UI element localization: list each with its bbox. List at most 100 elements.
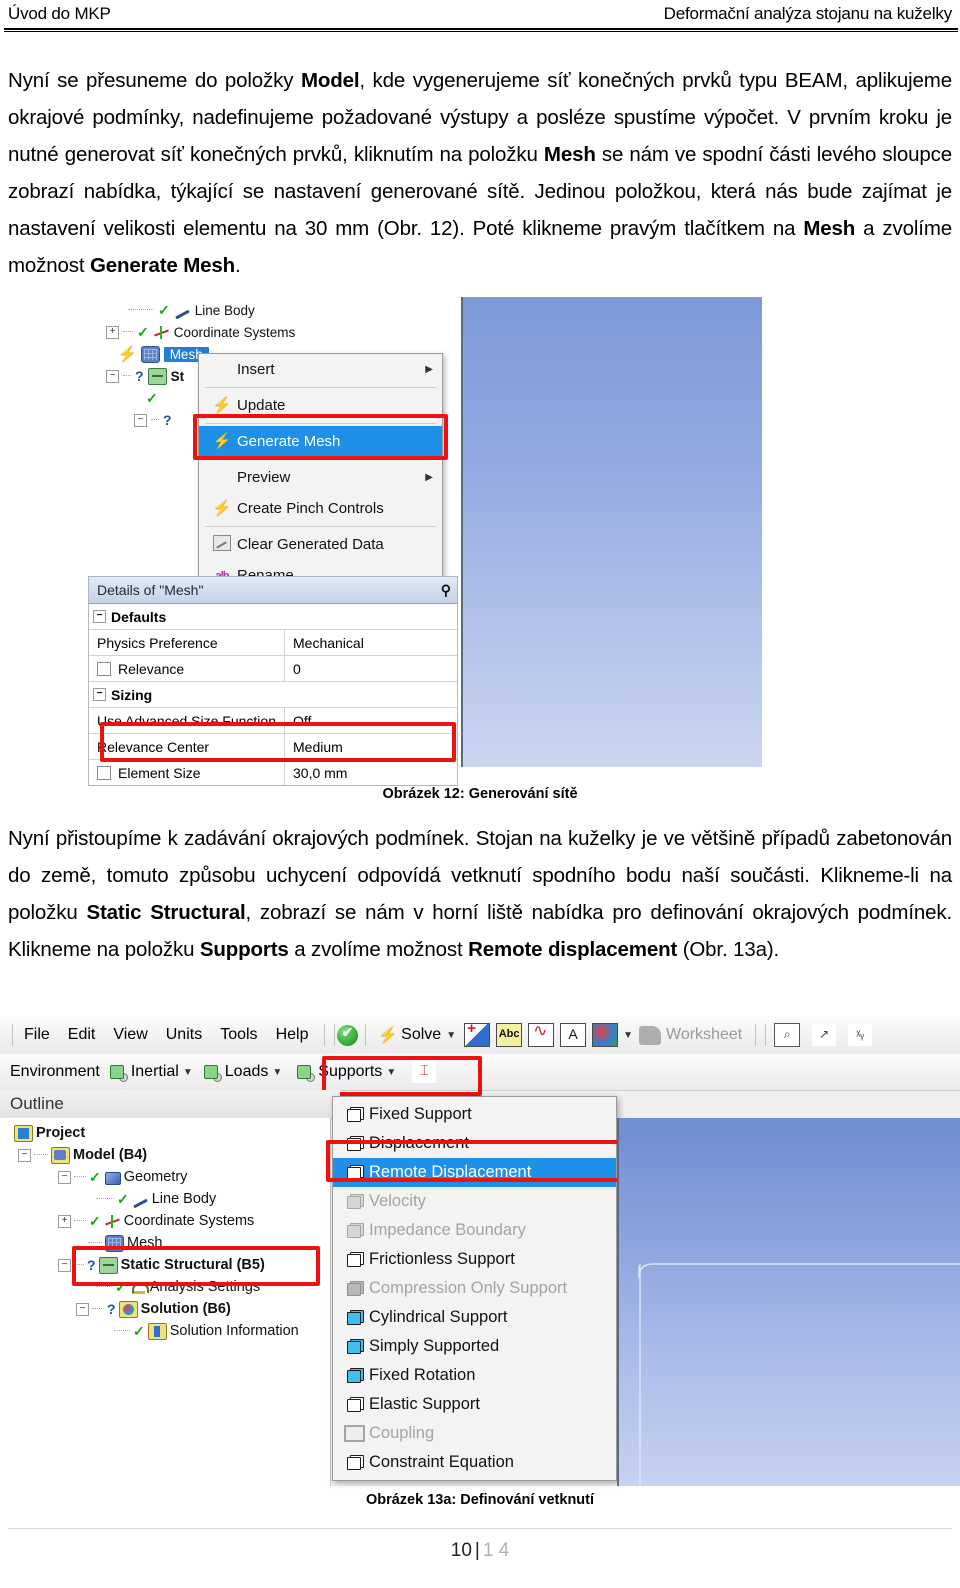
menu-file[interactable]: File (15, 1026, 59, 1044)
context-menu-item-insert[interactable]: Insert ▶ (199, 354, 442, 385)
collapse-icon[interactable]: − (106, 369, 119, 383)
supports-item-constraint-equation[interactable]: Constraint Equation (333, 1448, 616, 1477)
p2-seg4: (Obr. 13a). (677, 938, 780, 961)
expand-icon[interactable]: + (106, 325, 119, 339)
tree-item-solution[interactable]: − ? Solution (B6) (76, 1298, 231, 1320)
menu-label: Compression Only Support (369, 1279, 568, 1297)
menu-help[interactable]: Help (267, 1026, 318, 1044)
probe-label-icon[interactable]: ⌕ (774, 1023, 801, 1047)
menu-toolbar: File Edit View Units Tools Help ⚡ Solve … (0, 1016, 960, 1055)
worksheet-button[interactable]: Worksheet (633, 1025, 748, 1045)
xyz-probe-icon[interactable]: ᵡᵧ (848, 1024, 873, 1046)
check-icon: ✓ (89, 1213, 101, 1229)
chevron-down-icon[interactable]: ▼ (386, 1067, 396, 1078)
toolbar-divider (12, 1024, 13, 1046)
menu-label: Insert (237, 361, 275, 378)
tree-label: Project (36, 1125, 86, 1141)
tree-item-solution-information[interactable]: ✓ Solution Information (114, 1320, 299, 1342)
collapse-icon[interactable]: − (134, 413, 147, 427)
details-table: − Defaults Physics Preference Mechanical… (88, 604, 458, 786)
expand-icon[interactable]: + (58, 1214, 71, 1228)
details-row-relevance-center[interactable]: Relevance Center Medium (89, 734, 457, 760)
color-legend-icon[interactable] (592, 1023, 619, 1047)
checkbox[interactable] (97, 765, 111, 780)
tree-label: St (170, 368, 185, 384)
tree-item-line-body[interactable]: ✓ Line Body (128, 301, 255, 319)
p2-bold-supports: Supports (199, 938, 289, 961)
supports-item-fixed-support[interactable]: Fixed Support (333, 1100, 616, 1129)
context-menu-item-generate-mesh[interactable]: ⚡ Generate Mesh (199, 426, 442, 457)
chevron-down-icon[interactable]: ▼ (272, 1067, 282, 1078)
supports-item-fixed-rotation[interactable]: Fixed Rotation (333, 1361, 616, 1390)
context-menu-item-create-pinch-controls[interactable]: ⚡ Create Pinch Controls (199, 493, 442, 524)
cube-icon (339, 1454, 369, 1471)
inertial-button[interactable]: Inertial (127, 1063, 183, 1081)
cube-icon (339, 1338, 369, 1355)
supports-item-elastic-support[interactable]: Elastic Support (333, 1390, 616, 1419)
context-menu-item-clear-generated-data[interactable]: Clear Generated Data (199, 529, 442, 560)
supports-item-displacement[interactable]: Displacement (333, 1129, 616, 1158)
mesh-icon (105, 1234, 124, 1252)
solve-button[interactable]: ⚡ Solve (373, 1026, 446, 1044)
tree-item-project[interactable]: Project (14, 1122, 85, 1144)
conditions-icon[interactable]: ⌶ (412, 1061, 437, 1083)
fig1-3d-viewport[interactable] (461, 297, 762, 767)
collapse-icon[interactable]: − (58, 1170, 71, 1184)
abc-annotation-icon[interactable]: Abc (496, 1023, 523, 1047)
supports-item-cylindrical-support[interactable]: Cylindrical Support (333, 1303, 616, 1332)
menu-label: Create Pinch Controls (237, 500, 384, 517)
question-icon: ? (87, 1257, 96, 1273)
chevron-down-icon[interactable]: ▼ (183, 1067, 193, 1078)
menu-divider (205, 526, 436, 527)
collapse-icon[interactable]: − (93, 610, 106, 623)
loads-button[interactable]: Loads (221, 1063, 273, 1081)
collapse-icon[interactable]: − (58, 1258, 71, 1272)
vector-display-icon[interactable]: ↗ (812, 1024, 837, 1046)
tree-item-coordinate-systems[interactable]: + ✓ Coordinate Systems (58, 1210, 254, 1232)
paragraph-2: Nyní přistoupíme k zadávání okrajových p… (8, 820, 952, 968)
solution-information-icon (147, 1322, 167, 1340)
details-group-sizing[interactable]: − Sizing (89, 682, 457, 708)
chart-icon[interactable] (528, 1021, 555, 1047)
supports-button[interactable]: Supports (314, 1063, 386, 1081)
menu-view[interactable]: View (104, 1026, 156, 1044)
chevron-down-icon[interactable]: ▼ (446, 1030, 456, 1041)
details-row-element-size[interactable]: Element Size 30,0 mm (89, 760, 457, 785)
tree-item-coordinate-systems[interactable]: + ✓ Coordinate Systems (106, 323, 295, 341)
validate-icon[interactable] (337, 1024, 359, 1046)
details-row-relevance[interactable]: Relevance 0 (89, 656, 457, 682)
supports-item-remote-displacement[interactable]: Remote Displacement (333, 1158, 616, 1187)
tree-item-mesh[interactable]: ⚡ Mesh (118, 345, 209, 363)
collapse-icon[interactable]: − (76, 1302, 89, 1316)
menu-label: Elastic Support (369, 1395, 480, 1413)
context-menu-item-preview[interactable]: Preview ▶ (199, 462, 442, 493)
checkbox[interactable] (97, 661, 111, 676)
chevron-down-icon[interactable]: ▼ (623, 1030, 633, 1041)
menu-edit[interactable]: Edit (59, 1026, 105, 1044)
mesh-context-menu[interactable]: Insert ▶ ⚡ Update ⚡ Generate Mesh Previe… (198, 353, 443, 592)
context-menu-item-update[interactable]: ⚡ Update (199, 390, 442, 421)
tree-item-model[interactable]: − Model (B4) (18, 1144, 147, 1166)
tree-item-line-body[interactable]: ✓ Line Body (96, 1188, 216, 1210)
tree-item-analysis-settings[interactable]: ✓ Analysis Settings (96, 1276, 260, 1298)
text-annotation-icon[interactable]: A (560, 1023, 587, 1047)
total-pages: 1 4 (482, 1540, 510, 1561)
tree-item-static-structural[interactable]: − ? St (106, 367, 184, 385)
supports-dropdown-menu[interactable]: Fixed Support Displacement Remote Displa… (332, 1096, 617, 1481)
tree-item-mesh[interactable]: Mesh (88, 1232, 162, 1254)
pin-icon[interactable]: ⚲ (441, 582, 451, 599)
details-row-use-advanced-size-function[interactable]: Use Advanced Size Function Off (89, 708, 457, 734)
supports-item-simply-supported[interactable]: Simply Supported (333, 1332, 616, 1361)
menu-units[interactable]: Units (157, 1026, 211, 1044)
supports-item-frictionless-support[interactable]: Frictionless Support (333, 1245, 616, 1274)
new-section-plane-icon[interactable] (464, 1020, 491, 1047)
fig2-3d-viewport[interactable] (617, 1118, 960, 1486)
tree-item-static-structural[interactable]: − ? Static Structural (B5) (58, 1254, 265, 1276)
collapse-icon[interactable]: − (93, 688, 106, 701)
bolt-icon: ⚡ (378, 1026, 398, 1044)
collapse-icon[interactable]: − (18, 1148, 31, 1162)
menu-tools[interactable]: Tools (211, 1026, 266, 1044)
details-group-defaults[interactable]: − Defaults (89, 604, 457, 630)
details-row-physics-preference[interactable]: Physics Preference Mechanical (89, 630, 457, 656)
tree-item-geometry[interactable]: − ✓ Geometry (58, 1166, 187, 1188)
